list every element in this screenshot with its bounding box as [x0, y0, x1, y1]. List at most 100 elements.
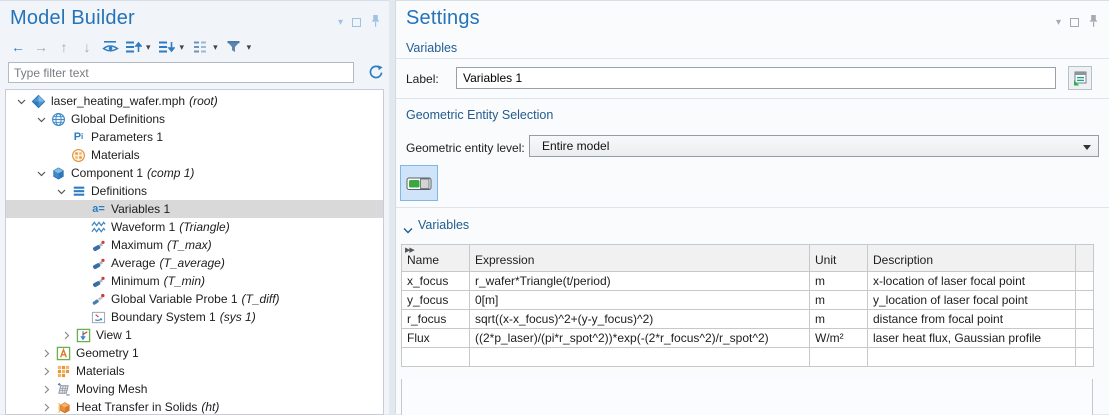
cell-description[interactable]: laser heat flux, Gaussian profile [868, 329, 1076, 348]
cell-name[interactable]: x_focus [402, 272, 470, 291]
panel-menu-icon[interactable]: ▾ [1056, 18, 1061, 28]
cell-expression[interactable] [470, 348, 810, 367]
chevron-right-icon[interactable] [39, 385, 54, 394]
view-icon [74, 328, 93, 343]
table-header-row: ▶▶Name Expression Unit Description [402, 245, 1094, 272]
node-label-menu-icon[interactable]: ▾ [213, 42, 218, 53]
tree-item-boundary-system-1[interactable]: Boundary System 1 (sys 1) [6, 308, 383, 326]
move-column-icon: ▶▶ [405, 246, 414, 254]
table-row-empty [402, 348, 1094, 367]
filter-funnel-button[interactable] [224, 37, 244, 57]
tree-item-moving-mesh[interactable]: Moving Mesh [6, 380, 383, 398]
back-button[interactable]: ← [8, 37, 28, 57]
materials-icon [69, 148, 88, 163]
tree-item-maximum[interactable]: Maximum (T_max) [6, 236, 383, 254]
geometric-entity-level-select[interactable]: Entire model [529, 135, 1099, 157]
globe-icon [49, 112, 68, 127]
parameters-icon: Pi [69, 130, 88, 144]
cell-description[interactable]: distance from focal point [868, 310, 1076, 329]
tree-item-materials-component[interactable]: Materials [6, 362, 383, 380]
move-down-button[interactable]: ↓ [77, 37, 97, 57]
cell-unit: m [810, 291, 868, 310]
chevron-down-icon[interactable] [34, 115, 49, 124]
chevron-right-icon[interactable] [59, 331, 74, 340]
chevron-right-icon[interactable] [39, 403, 54, 412]
tree-item-view-1[interactable]: View 1 [6, 326, 383, 344]
model-builder-toolbar: ← → ↑ ↓ ▾ ▾ ▾ ▾ [8, 37, 257, 57]
cell-description[interactable]: y_location of laser focal point [868, 291, 1076, 310]
tree-item-tag: (sys 1) [220, 308, 256, 326]
definitions-icon [69, 184, 88, 198]
show-eye-button[interactable] [100, 37, 120, 57]
probe-icon [89, 238, 108, 253]
cell-expression[interactable]: r_wafer*Triangle(t/period) [470, 272, 810, 291]
move-up-button[interactable]: ↑ [54, 37, 74, 57]
collapse-all-button[interactable] [157, 37, 177, 57]
chevron-down-icon[interactable] [54, 187, 69, 196]
forward-button[interactable]: → [31, 37, 51, 57]
float-window-icon[interactable] [1070, 18, 1079, 27]
cell-name[interactable]: y_focus [402, 291, 470, 310]
tree-item-geometry-1[interactable]: Geometry 1 [6, 344, 383, 362]
tree-item-variables-1[interactable]: a= Variables 1 [6, 200, 383, 218]
tree-item-label: Maximum [111, 236, 163, 254]
form-options-icon [1071, 69, 1089, 87]
cell-expression[interactable]: 0[m] [470, 291, 810, 310]
tree-item-average[interactable]: Average (T_average) [6, 254, 383, 272]
section-collapse-icon[interactable] [403, 223, 413, 237]
chevron-down-icon[interactable] [34, 169, 49, 178]
table-row: Flux ((2*p_laser)/(pi*r_spot^2))*exp(-(2… [402, 329, 1094, 348]
cell-expression[interactable]: sqrt((x-x_focus)^2+(y-y_focus)^2) [470, 310, 810, 329]
toggle-on-icon [406, 175, 433, 192]
tree-item-tag: (T_average) [159, 254, 224, 272]
node-label-button[interactable] [190, 37, 210, 57]
variables-section-header: Variables [418, 218, 469, 232]
collapse-menu-icon[interactable]: ▾ [180, 42, 185, 53]
tree-item-label: Materials [76, 362, 125, 380]
tree-item-global-definitions[interactable]: Global Definitions [6, 110, 383, 128]
coordinate-system-icon [89, 310, 108, 325]
cell-description[interactable]: x-location of laser focal point [868, 272, 1076, 291]
label-input[interactable] [456, 67, 1056, 89]
active-toggle-button[interactable] [400, 165, 438, 201]
global-probe-icon [89, 292, 108, 307]
tree-item-global-variable-probe-1[interactable]: Global Variable Probe 1 (T_diff) [6, 290, 383, 308]
tree-item-waveform-1[interactable]: Waveform 1 (Triangle) [6, 218, 383, 236]
settings-window-controls: ▾ [1056, 14, 1099, 31]
expand-menu-icon[interactable]: ▾ [146, 42, 151, 53]
tree-filter-input[interactable] [8, 62, 354, 83]
settings-title: Settings [406, 7, 480, 30]
float-window-icon[interactable] [352, 18, 361, 27]
tree-item-label: Minimum [111, 272, 160, 290]
tree-item-parameters[interactable]: Pi Parameters 1 [6, 128, 383, 146]
cell-expression[interactable]: ((2*p_laser)/(pi*r_spot^2))*exp(-(2*r_fo… [470, 329, 810, 348]
tree-item-component-1[interactable]: Component 1 (comp 1) [6, 164, 383, 182]
chevron-down-icon[interactable] [14, 97, 29, 106]
separator [396, 58, 1109, 59]
cell-name[interactable]: r_focus [402, 310, 470, 329]
tree-item-root[interactable]: laser_heating_wafer.mph (root) [6, 92, 383, 110]
cell-unit [810, 348, 868, 367]
tree-item-heat-transfer-in-solids[interactable]: Heat Transfer in Solids (ht) [6, 398, 383, 415]
tree-item-materials-global[interactable]: Materials [6, 146, 383, 164]
model-builder-panel: Model Builder ▾ ← → ↑ ↓ ▾ ▾ ▾ ▾ laser_he… [0, 0, 389, 414]
panel-menu-icon[interactable]: ▾ [338, 18, 343, 28]
table-row: x_focus r_wafer*Triangle(t/period) m x-l… [402, 272, 1094, 291]
cell-name[interactable]: Flux [402, 329, 470, 348]
chevron-down-icon [1083, 145, 1091, 150]
show-more-options-button[interactable] [1068, 66, 1092, 90]
filter-menu-icon[interactable]: ▾ [247, 42, 252, 53]
pin-icon[interactable] [1088, 14, 1099, 31]
tree-item-label: Component 1 [71, 164, 143, 182]
chevron-right-icon[interactable] [39, 349, 54, 358]
refresh-icon[interactable] [367, 64, 384, 84]
pin-icon[interactable] [370, 14, 381, 31]
cell-name[interactable] [402, 348, 470, 367]
tree-item-label: Average [111, 254, 155, 272]
tree-item-label: Waveform 1 [111, 218, 175, 236]
cell-description[interactable] [868, 348, 1076, 367]
tree-item-definitions[interactable]: Definitions [6, 182, 383, 200]
expand-all-button[interactable] [123, 37, 143, 57]
tree-item-minimum[interactable]: Minimum (T_min) [6, 272, 383, 290]
chevron-right-icon[interactable] [39, 367, 54, 376]
